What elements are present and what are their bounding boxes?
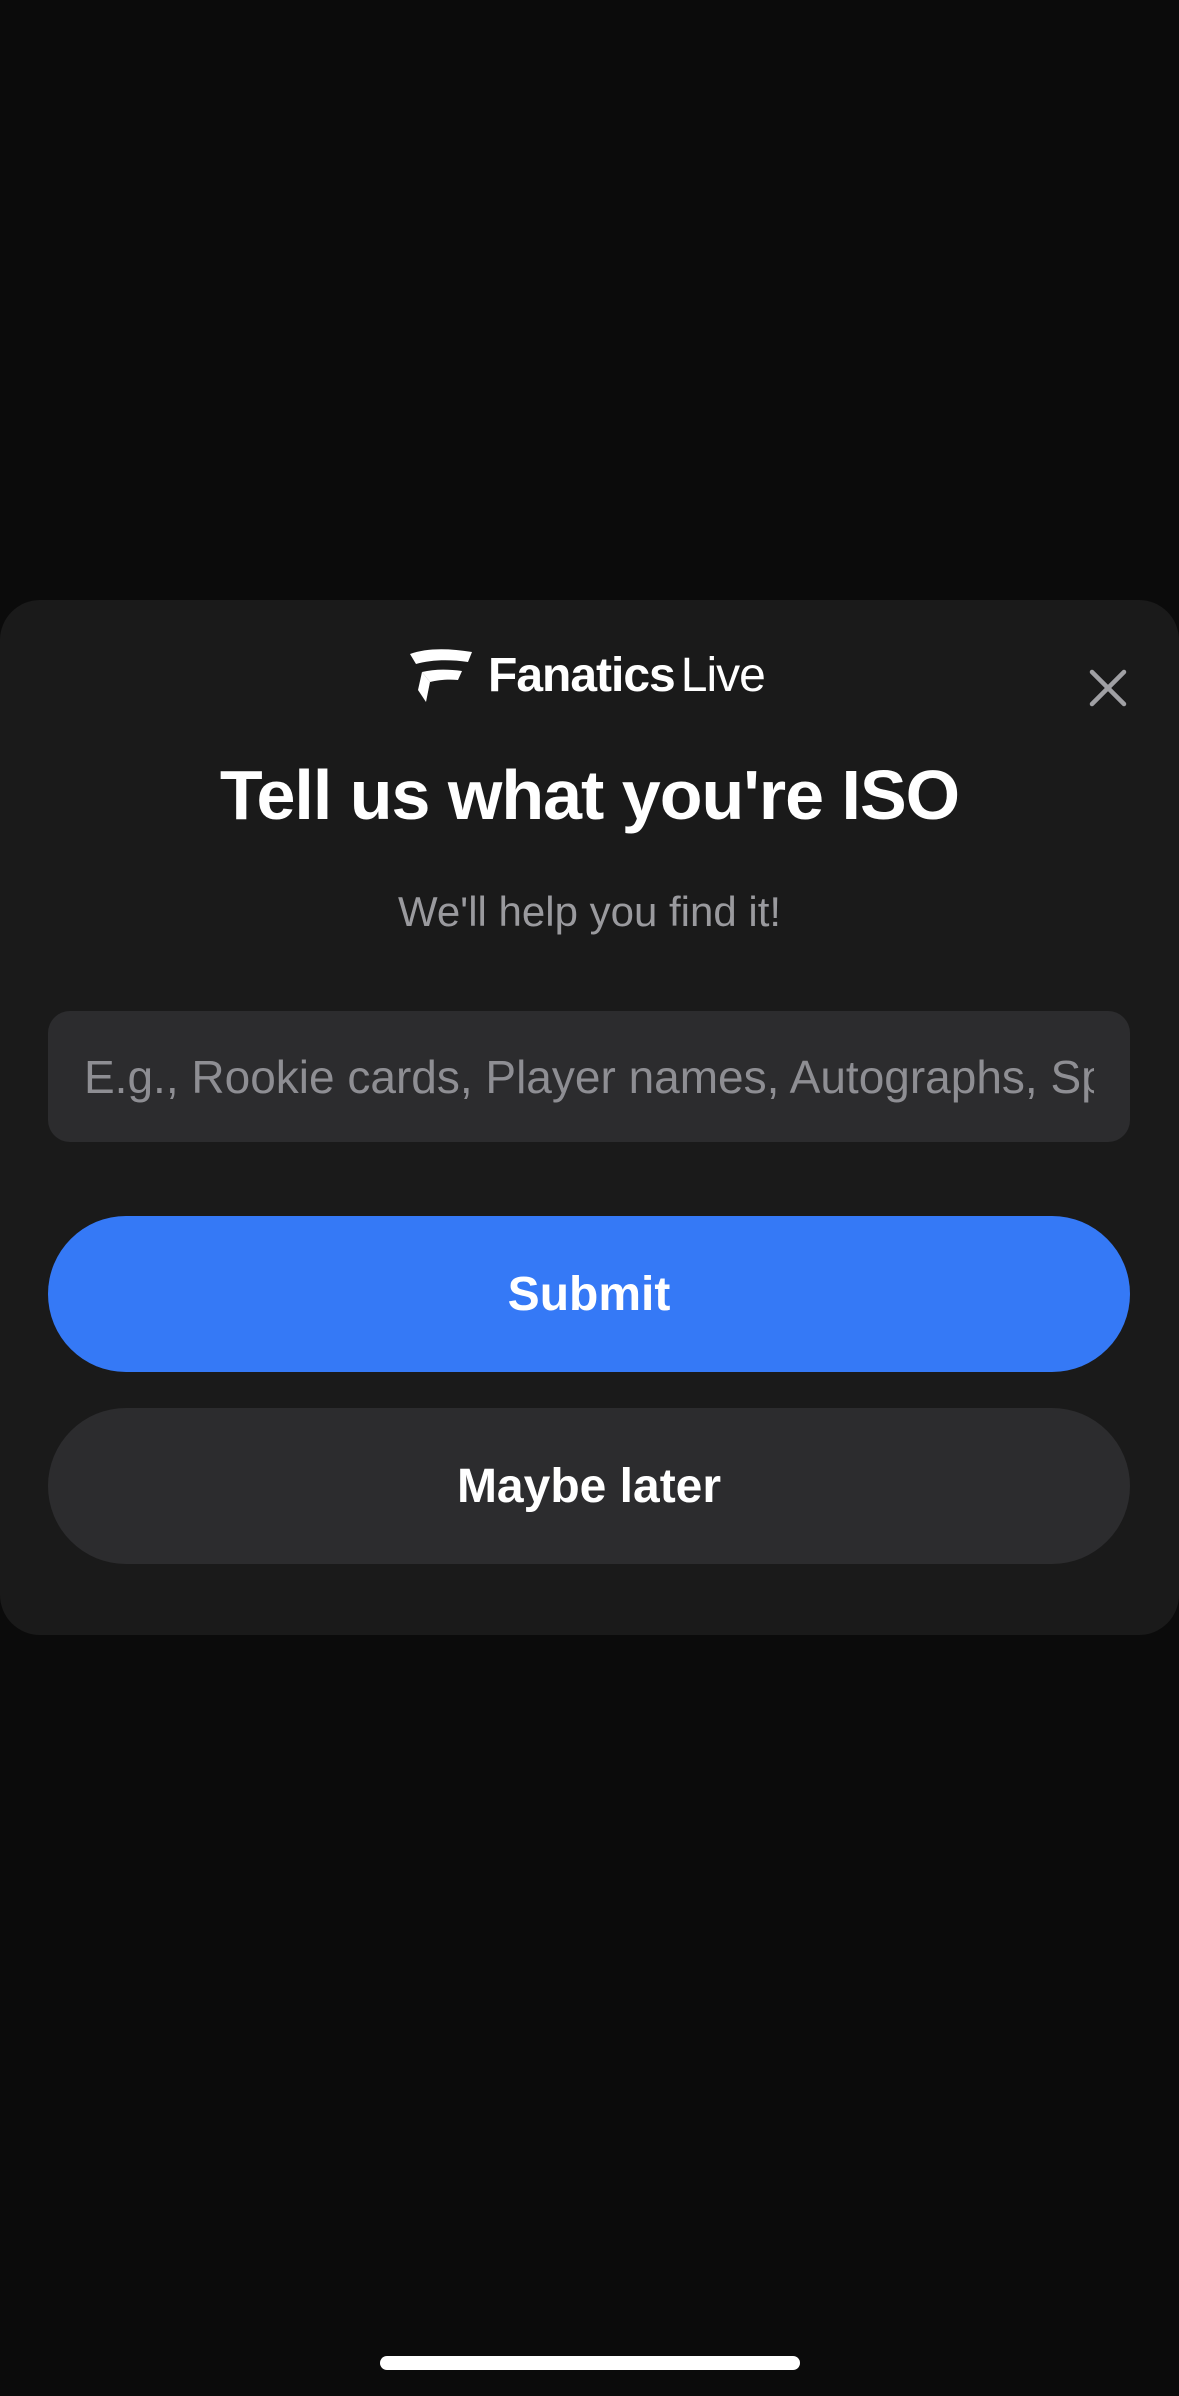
modal-title: Tell us what you're ISO <box>219 756 960 834</box>
fanatics-live-logo: Fanatics Live <box>408 648 766 704</box>
submit-button[interactable]: Submit <box>48 1216 1130 1372</box>
brand-name-bold: Fanatics <box>488 649 676 702</box>
close-button[interactable] <box>1080 660 1136 716</box>
screen: Fanatics Live Tell us what you're ISO We'… <box>0 0 1179 2396</box>
modal-subtitle: We'll help you find it! <box>397 888 782 935</box>
close-icon <box>1089 669 1127 707</box>
brand-name-light: Live <box>680 649 766 702</box>
iso-search-input[interactable] <box>48 1011 1130 1142</box>
brand-wordmark: Fanatics Live <box>488 648 766 704</box>
iso-search-field <box>48 1011 1130 1142</box>
maybe-later-button[interactable]: Maybe later <box>48 1408 1130 1564</box>
fanatics-flag-logo-icon <box>410 649 472 702</box>
home-indicator[interactable] <box>380 2356 800 2370</box>
